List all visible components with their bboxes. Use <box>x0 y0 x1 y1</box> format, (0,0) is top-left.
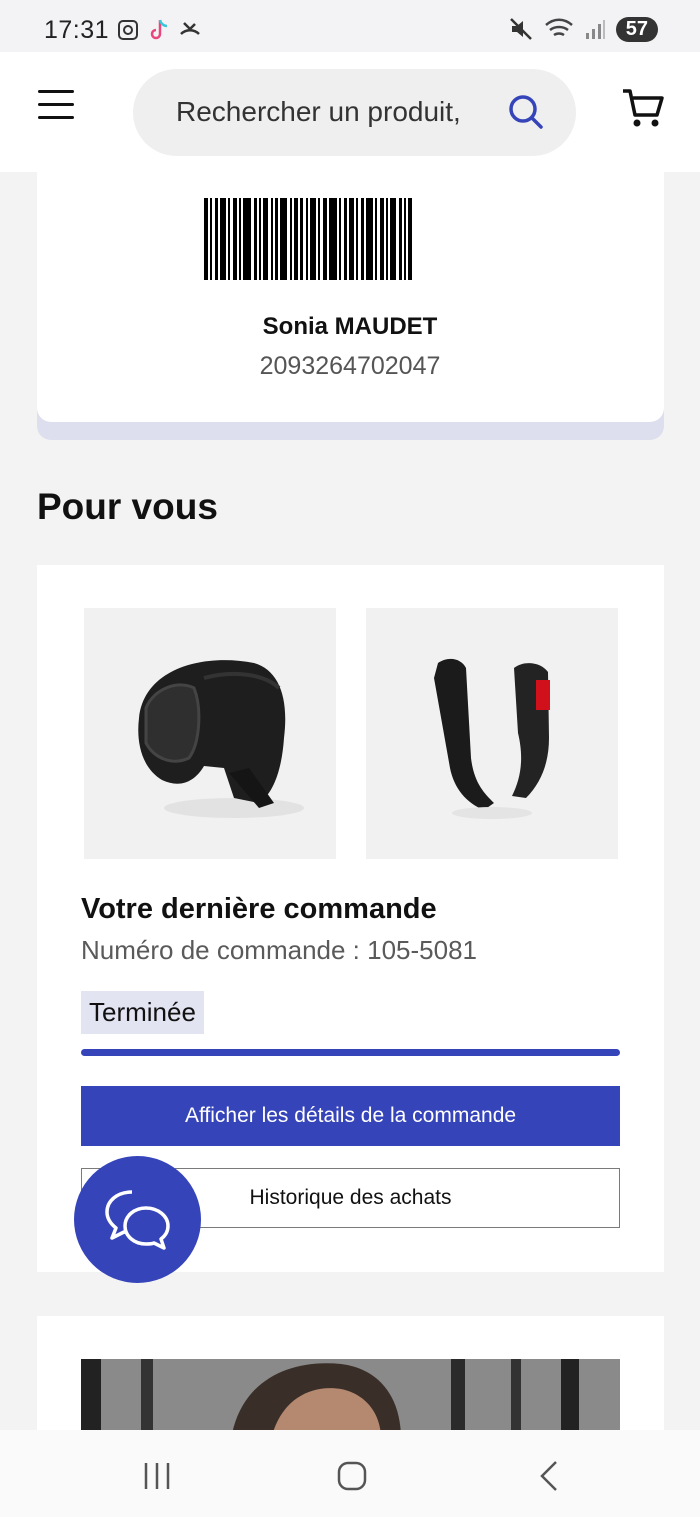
barcode-bar <box>233 198 237 280</box>
battery-indicator: 57 <box>615 16 658 42</box>
headgear-image <box>138 660 304 818</box>
signal-icon <box>585 20 605 39</box>
tiktok-icon <box>150 19 168 40</box>
barcode-bar <box>344 198 347 280</box>
barcode-bar <box>215 198 218 280</box>
barcode-bar <box>349 198 354 280</box>
barcode-bar <box>375 198 377 280</box>
barcode-bar <box>366 198 373 280</box>
search-input[interactable]: Rechercher un produit, <box>176 96 476 128</box>
barcode-bar <box>329 198 337 280</box>
order-title: Votre dernière commande <box>81 893 437 925</box>
barcode-bar <box>210 198 212 280</box>
barcode-bar <box>361 198 364 280</box>
barcode-bar <box>290 198 292 280</box>
order-details-button[interactable]: Afficher les détails de la commande <box>81 1086 620 1146</box>
promo-photo <box>81 1359 620 1439</box>
status-badge: Terminée <box>81 991 204 1034</box>
section-title: Pour vous <box>37 486 218 527</box>
back-icon[interactable] <box>538 1460 560 1492</box>
barcode-bar <box>275 198 278 280</box>
barcode-bar <box>300 198 303 280</box>
barcode-bar <box>239 198 241 280</box>
barcode-bar <box>254 198 257 280</box>
barcode-bar <box>380 198 384 280</box>
wifi-icon <box>544 18 573 37</box>
barcode-bar <box>271 198 273 280</box>
barcode-bar <box>408 198 412 280</box>
barcode-bar <box>204 198 208 280</box>
cart-icon[interactable] <box>620 86 666 132</box>
barcode-image <box>204 198 497 280</box>
chat-button[interactable] <box>74 1156 201 1283</box>
status-system-icons: 57 <box>508 16 658 42</box>
shin-guards-image <box>434 658 550 819</box>
barcode-bar <box>243 198 251 280</box>
chat-icon <box>105 1190 170 1250</box>
barcode-bar <box>390 198 396 280</box>
promo-image[interactable] <box>81 1359 620 1439</box>
barcode-bar <box>310 198 316 280</box>
barcode-bar <box>263 198 268 280</box>
barcode-bar <box>259 198 261 280</box>
member-name: Sonia MAUDET <box>262 313 438 340</box>
status-time: 17:31 <box>44 16 110 44</box>
home-icon[interactable] <box>336 1460 368 1492</box>
search-icon[interactable] <box>507 93 545 131</box>
member-number: 2093264702047 <box>259 352 441 380</box>
product-image-shin-guards[interactable] <box>366 608 618 859</box>
barcode-bar <box>339 198 341 280</box>
status-notification-icons <box>116 18 202 42</box>
barcode-bar <box>318 198 320 280</box>
barcode-bar <box>356 198 358 280</box>
menu-icon[interactable] <box>38 90 74 122</box>
barcode-bar <box>220 198 226 280</box>
order-progress-bar <box>81 1049 620 1056</box>
barcode-bar <box>323 198 327 280</box>
mute-icon <box>509 18 532 40</box>
barcode-bar <box>399 198 402 280</box>
barcode-bar <box>404 198 406 280</box>
product-image-headgear[interactable] <box>84 608 336 859</box>
recents-icon[interactable] <box>142 1461 172 1491</box>
barcode-bar <box>294 198 298 280</box>
barcode-bar <box>386 198 388 280</box>
missed-call-icon <box>180 22 200 35</box>
barcode-bar <box>280 198 287 280</box>
screenshot-icon <box>118 20 138 40</box>
barcode-bar <box>306 198 308 280</box>
order-number: Numéro de commande : 105-5081 <box>81 935 478 965</box>
barcode-bar <box>228 198 230 280</box>
